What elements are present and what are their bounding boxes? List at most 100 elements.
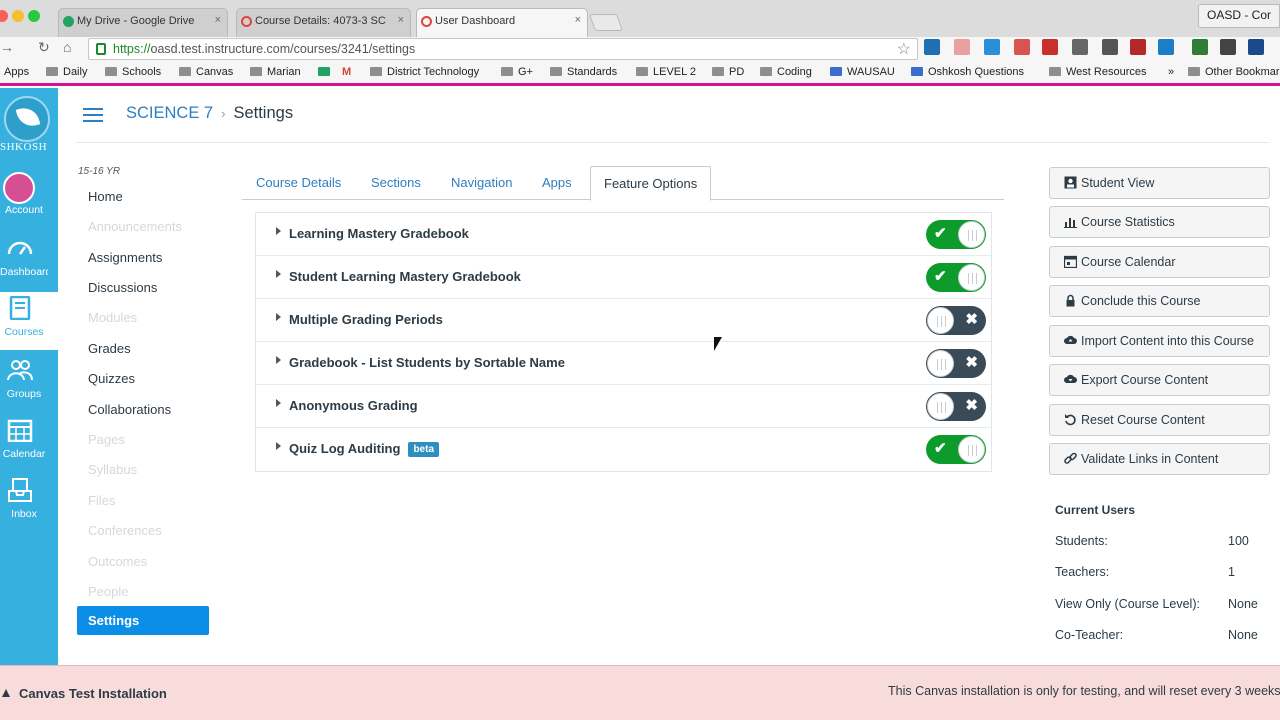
course-menu-toggle-icon[interactable] — [83, 108, 103, 122]
extension-icon[interactable] — [1042, 39, 1058, 55]
feature-row[interactable]: Quiz Log Auditing beta ✔ — [256, 428, 991, 471]
import-content-button[interactable]: Import Content into this Course — [1049, 325, 1270, 357]
tab-navigation[interactable]: Navigation — [451, 175, 512, 190]
bookmark-gmail[interactable]: M — [342, 66, 351, 78]
feature-toggle[interactable]: ✖ — [926, 349, 986, 378]
feature-toggle[interactable]: ✔ — [926, 263, 986, 292]
feature-toggle[interactable]: ✔ — [926, 435, 986, 464]
browser-tab-drive[interactable]: My Drive - Google Drive × — [58, 8, 228, 37]
course-nav-people[interactable]: People — [88, 584, 128, 599]
bookmark-schools[interactable]: Schools — [105, 66, 161, 78]
reload-icon[interactable]: ↻ — [38, 39, 50, 56]
feature-toggle[interactable]: ✔ — [926, 220, 986, 249]
close-window-icon[interactable] — [0, 10, 8, 22]
course-nav-announcements[interactable]: Announcements — [88, 219, 182, 234]
expand-caret-icon[interactable] — [276, 442, 281, 450]
maximize-window-icon[interactable] — [28, 10, 40, 22]
feature-row[interactable]: Gradebook - List Students by Sortable Na… — [256, 342, 991, 385]
extension-icon[interactable] — [1220, 39, 1236, 55]
validate-links-button[interactable]: Validate Links in Content — [1049, 443, 1270, 475]
student-view-button[interactable]: Student View — [1049, 167, 1270, 199]
conclude-course-button[interactable]: Conclude this Course — [1049, 285, 1270, 317]
extension-icon[interactable] — [1158, 39, 1174, 55]
bookmark-coding[interactable]: Coding — [760, 66, 812, 78]
nav-inbox[interactable]: Inbox — [0, 474, 58, 532]
course-nav-files[interactable]: Files — [88, 493, 115, 508]
extension-icon[interactable] — [924, 39, 940, 55]
bookmark-oshkosh-questions[interactable]: Oshkosh Questions — [911, 66, 1024, 78]
course-nav-conferences[interactable]: Conferences — [88, 523, 162, 538]
nav-dashboard[interactable]: Dashboard — [0, 232, 58, 290]
bookmark-wausau[interactable]: WAUSAU — [830, 66, 895, 78]
breadcrumb-course-link[interactable]: SCIENCE 7 — [126, 104, 213, 122]
profile-button[interactable]: OASD - Cor — [1197, 4, 1280, 28]
course-calendar-button[interactable]: Course Calendar — [1049, 246, 1270, 278]
oshkosh-logo[interactable]: SHKOSH — [0, 96, 58, 156]
course-nav-grades[interactable]: Grades — [88, 341, 131, 356]
bookmark-gplus[interactable]: G+ — [501, 66, 533, 78]
address-bar[interactable]: https://oasd.test.instructure.com/course… — [88, 38, 918, 60]
course-nav-outcomes[interactable]: Outcomes — [88, 554, 147, 569]
course-nav-collaborations[interactable]: Collaborations — [88, 402, 171, 417]
bookmark-daily[interactable]: Daily — [46, 66, 87, 78]
course-nav-assignments[interactable]: Assignments — [88, 250, 162, 265]
feature-row[interactable]: Anonymous Grading ✖ — [256, 385, 991, 428]
export-content-button[interactable]: Export Course Content — [1049, 364, 1270, 396]
forward-icon[interactable]: → — [0, 39, 14, 55]
expand-caret-icon[interactable] — [276, 399, 281, 407]
expand-caret-icon[interactable] — [276, 313, 281, 321]
nav-calendar[interactable]: Calendar — [0, 414, 58, 472]
feature-row[interactable]: Student Learning Mastery Gradebook ✔ — [256, 256, 991, 299]
extension-icon[interactable] — [1014, 39, 1030, 55]
feature-toggle[interactable]: ✖ — [926, 306, 986, 335]
extension-icon[interactable] — [1130, 39, 1146, 55]
feature-row[interactable]: Learning Mastery Gradebook ✔ — [256, 213, 991, 256]
expand-caret-icon[interactable] — [276, 356, 281, 364]
course-nav-syllabus[interactable]: Syllabus — [88, 462, 137, 477]
new-tab-button[interactable] — [588, 14, 624, 31]
minimize-window-icon[interactable] — [12, 10, 24, 22]
bookmark-district-technology[interactable]: District Technology — [370, 66, 479, 78]
tab-close-icon[interactable]: × — [215, 14, 221, 26]
extension-icon[interactable] — [984, 39, 1000, 55]
tab-close-icon[interactable]: × — [575, 14, 581, 26]
bookmarks-overflow-button[interactable]: » — [1168, 66, 1174, 78]
course-nav-home[interactable]: Home — [88, 189, 123, 204]
bookmark-star-icon[interactable]: ☆ — [897, 39, 911, 59]
extension-icon[interactable] — [1072, 39, 1088, 55]
browser-tab-user-dashboard[interactable]: User Dashboard × — [416, 8, 588, 37]
expand-caret-icon[interactable] — [276, 270, 281, 278]
bookmark-marian[interactable]: Marian — [250, 66, 301, 78]
browser-tab-course-details[interactable]: Course Details: 4073-3 SC × — [236, 8, 411, 37]
nav-courses[interactable]: Courses — [0, 292, 58, 350]
course-nav-pages[interactable]: Pages — [88, 432, 125, 447]
extension-icon[interactable] — [1102, 39, 1118, 55]
course-statistics-button[interactable]: Course Statistics — [1049, 206, 1270, 238]
extension-icon[interactable] — [1248, 39, 1264, 55]
bookmark-drive[interactable] — [318, 66, 335, 78]
course-nav-settings[interactable]: Settings — [77, 606, 209, 635]
feature-toggle[interactable]: ✖ — [926, 392, 986, 421]
feature-row[interactable]: Multiple Grading Periods ✖ — [256, 299, 991, 342]
bookmark-canvas[interactable]: Canvas — [179, 66, 233, 78]
bookmark-other-bookmarks[interactable]: Other Bookmar — [1188, 66, 1280, 78]
tab-course-details[interactable]: Course Details — [256, 175, 341, 190]
course-nav-quizzes[interactable]: Quizzes — [88, 371, 135, 386]
nav-account[interactable]: Account — [0, 170, 58, 228]
nav-groups[interactable]: Groups — [0, 354, 58, 412]
extension-icon[interactable] — [954, 39, 970, 55]
expand-caret-icon[interactable] — [276, 227, 281, 235]
bookmark-standards[interactable]: Standards — [550, 66, 617, 78]
tab-apps[interactable]: Apps — [542, 175, 572, 190]
bookmark-west-resources[interactable]: West Resources — [1049, 66, 1147, 78]
tab-feature-options[interactable]: Feature Options — [590, 166, 712, 201]
course-nav-modules[interactable]: Modules — [88, 310, 137, 325]
bookmark-apps[interactable]: Apps — [4, 66, 29, 78]
extension-icon[interactable] — [1192, 39, 1208, 55]
bookmark-pd[interactable]: PD — [712, 66, 744, 78]
course-nav-discussions[interactable]: Discussions — [88, 280, 157, 295]
tab-sections[interactable]: Sections — [371, 175, 421, 190]
reset-content-button[interactable]: Reset Course Content — [1049, 404, 1270, 436]
bookmark-level-2[interactable]: LEVEL 2 — [636, 66, 696, 78]
home-icon[interactable]: ⌂ — [63, 39, 71, 55]
